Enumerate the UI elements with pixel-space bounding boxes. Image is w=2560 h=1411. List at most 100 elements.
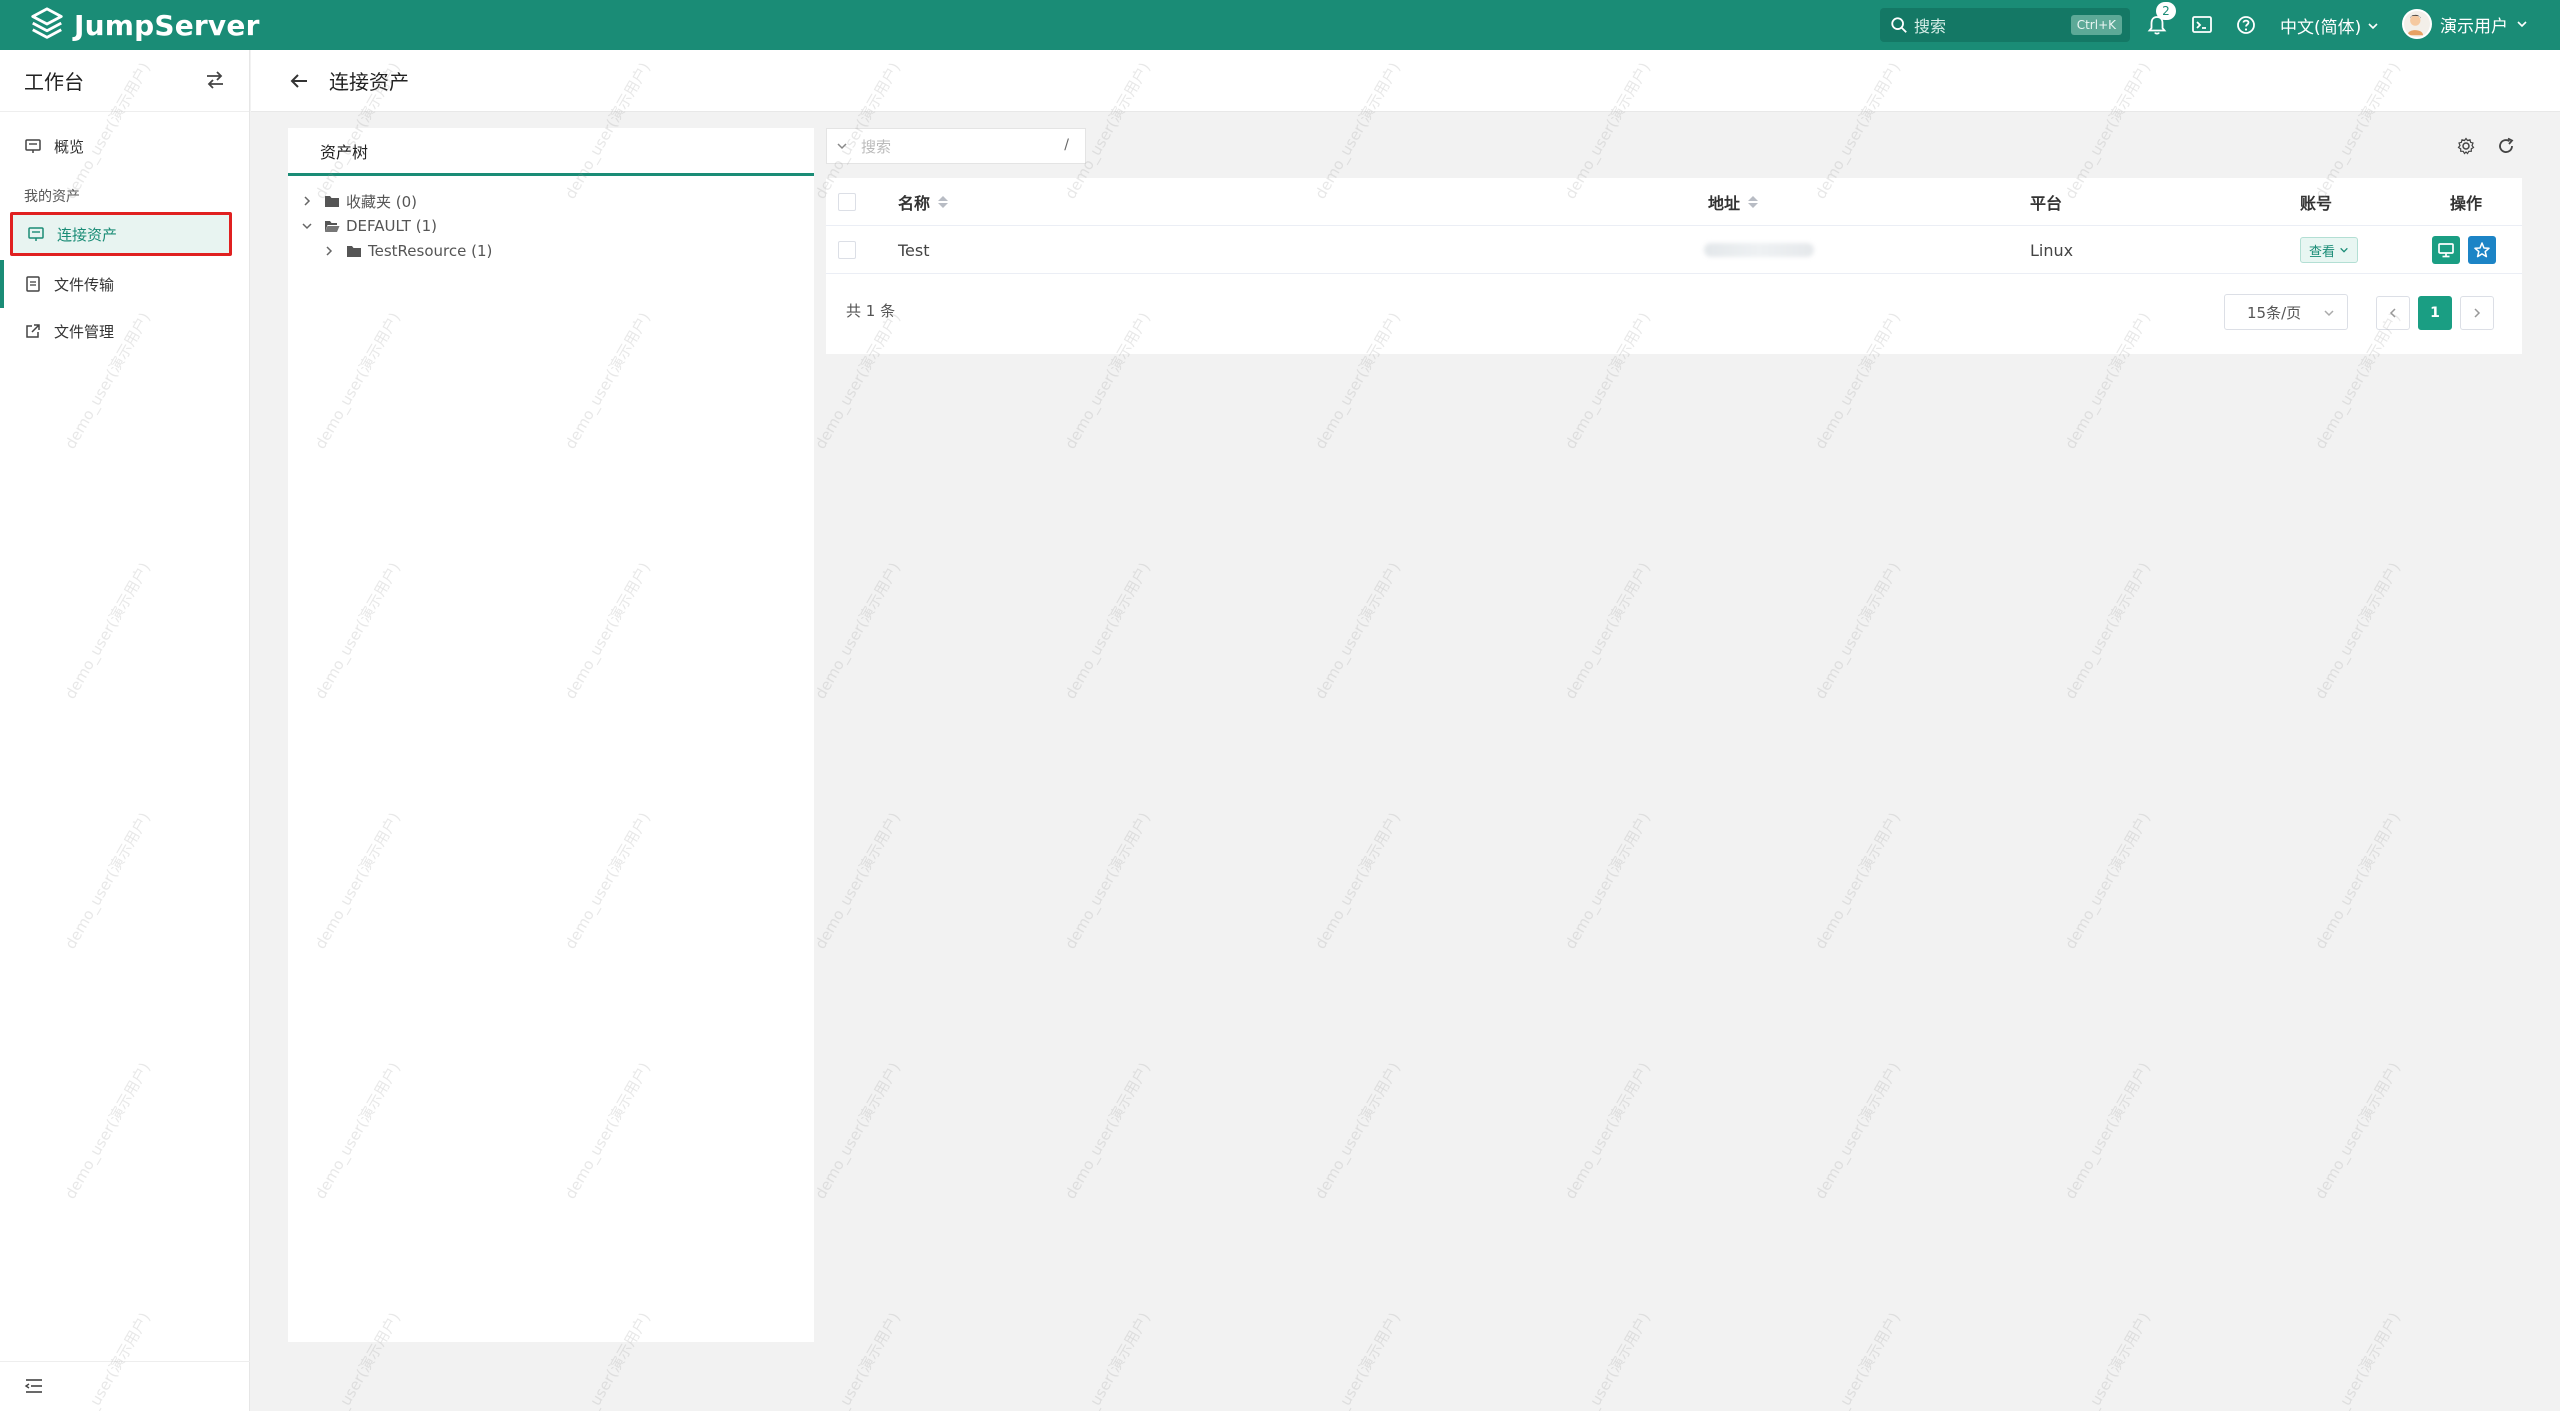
sidebar-item-label: 连接资产 — [57, 225, 118, 244]
asset-search-input[interactable]: 搜索 / — [826, 128, 1086, 164]
settings-icon[interactable] — [2456, 136, 2476, 156]
chevron-down-icon — [2368, 22, 2378, 29]
watermark-text: demo_user(演示用户) — [2060, 1058, 2155, 1202]
monitor-icon — [28, 227, 44, 241]
watermark-text: demo_user(演示用户) — [1060, 1058, 1155, 1202]
column-name-label: 名称 — [898, 194, 931, 213]
watermark-text: demo_user(演示用户) — [2310, 1308, 2405, 1411]
watermark-text: demo_user(演示用户) — [810, 1308, 905, 1411]
sidebar-group-my-assets: 我的资产 — [24, 189, 80, 205]
view-accounts-label: 查看 — [2309, 244, 2336, 260]
asset-platform: Linux — [2030, 240, 2074, 260]
tree-node-favorites[interactable]: 收藏夹 (0) — [300, 190, 417, 212]
watermark-text: demo_user(演示用户) — [2310, 808, 2405, 952]
chevron-down-icon — [2324, 310, 2334, 317]
tree-node-label: 收藏夹 (0) — [346, 192, 418, 211]
language-selector[interactable]: 中文(简体) — [2280, 13, 2379, 38]
tree-node-default[interactable]: DEFAULT (1) — [300, 215, 437, 237]
folder-icon — [325, 196, 339, 207]
tab-asset-tree[interactable]: 资产树 — [288, 128, 814, 176]
chevron-right-icon — [2474, 308, 2481, 318]
row-checkbox[interactable] — [838, 241, 856, 259]
sidebar-item-connect-assets[interactable]: 连接资产 — [10, 212, 232, 256]
asset-tree-panel: 资产树 收藏夹 (0) DEFAULT (1) TestResource (1) — [288, 128, 814, 1342]
star-icon — [2474, 242, 2490, 258]
chevron-down-icon — [2340, 247, 2348, 253]
page-size-select[interactable]: 15条/页 — [2224, 294, 2348, 330]
select-all-cell — [838, 178, 856, 226]
monitor-icon — [2438, 243, 2454, 258]
page-number-current[interactable]: 1 — [2418, 296, 2452, 330]
watermark-text: demo_user(演示用户) — [810, 558, 905, 702]
select-all-checkbox[interactable] — [838, 193, 856, 211]
sort-icon[interactable] — [938, 196, 949, 208]
watermark-text: demo_user(演示用户) — [810, 1058, 905, 1202]
jumpserver-logo-icon — [31, 7, 63, 39]
asset-account-cell: 查看 — [2300, 226, 2359, 274]
refresh-icon[interactable] — [2496, 136, 2516, 156]
column-address-label: 地址 — [1708, 194, 1741, 213]
table-header: 名称 地址 平台 账号 操作 — [826, 178, 2522, 226]
row-select-cell — [838, 226, 856, 274]
search-shortcut: / — [1064, 137, 1069, 153]
global-search-box[interactable]: 搜索 Ctrl+K — [1880, 8, 2130, 42]
sidebar-item-file-transfer[interactable]: 文件传输 — [10, 262, 232, 306]
asset-platform-cell: Linux — [2030, 226, 2073, 274]
external-link-icon — [26, 324, 40, 338]
favorite-button[interactable] — [2468, 236, 2496, 264]
column-header-platform: 平台 — [2030, 178, 2062, 226]
chevron-right-icon[interactable] — [300, 194, 314, 208]
switch-view-icon[interactable] — [203, 68, 227, 92]
tab-label: 资产树 — [320, 142, 369, 162]
user-avatar-icon — [2407, 14, 2424, 36]
address-redacted — [1704, 243, 1814, 257]
notification-badge: 2 — [2156, 2, 2176, 20]
next-page-button[interactable] — [2460, 296, 2494, 330]
watermark-text: demo_user(演示用户) — [1310, 558, 1405, 702]
chevron-right-icon[interactable] — [322, 244, 336, 258]
watermark-text: demo_user(演示用户) — [2060, 1308, 2155, 1411]
prev-page-button[interactable] — [2376, 296, 2410, 330]
connect-button[interactable] — [2432, 236, 2460, 264]
watermark-text: demo_user(演示用户) — [1060, 808, 1155, 952]
column-actions-label: 操作 — [2450, 194, 2483, 213]
web-terminal-icon[interactable] — [2191, 14, 2213, 36]
table-row: Test Linux 查看 — [826, 226, 2522, 274]
asset-actions-cell — [2432, 226, 2496, 274]
search-shortcut-hint: Ctrl+K — [2070, 15, 2122, 35]
watermark-text: demo_user(演示用户) — [1310, 1308, 1405, 1411]
view-accounts-button[interactable]: 查看 — [2300, 237, 2359, 263]
tree-node-testresource[interactable]: TestResource (1) — [322, 240, 492, 262]
watermark-text: demo_user(演示用户) — [1310, 808, 1405, 952]
help-icon[interactable] — [2235, 14, 2257, 36]
top-navigation-bar: JumpServer 搜索 Ctrl+K 2 中文(简体) 演示用户 — [0, 0, 2560, 50]
back-arrow-icon[interactable] — [287, 69, 311, 93]
sort-icon[interactable] — [1748, 196, 1759, 208]
overview-icon — [25, 139, 41, 153]
folder-open-icon — [325, 221, 340, 232]
sidebar-item-label: 文件传输 — [54, 275, 115, 294]
folder-icon — [347, 246, 361, 257]
sidebar-item-label: 文件管理 — [54, 322, 115, 341]
jumpserver-logo[interactable]: JumpServer — [28, 6, 260, 44]
column-account-label: 账号 — [2300, 194, 2333, 213]
sidebar-item-label: 概览 — [54, 137, 85, 156]
pagination-total: 共 1 条 — [846, 302, 896, 320]
workspace-title: 工作台 — [24, 70, 84, 94]
sidebar-item-overview[interactable]: 概览 — [10, 124, 232, 168]
watermark-text: demo_user(演示用户) — [1810, 558, 1905, 702]
column-header-name[interactable]: 名称 — [898, 178, 949, 226]
user-menu[interactable]: 演示用户 — [2402, 9, 2528, 39]
chevron-down-icon[interactable] — [300, 219, 314, 233]
search-placeholder: 搜索 — [861, 137, 892, 156]
collapse-sidebar-icon[interactable] — [24, 1376, 44, 1396]
watermark-text: demo_user(演示用户) — [1560, 558, 1655, 702]
chevron-down-icon — [2517, 21, 2527, 28]
chevron-left-icon — [2389, 308, 2396, 318]
sidebar-item-file-management[interactable]: 文件管理 — [10, 309, 232, 353]
column-header-address[interactable]: 地址 — [1708, 178, 1759, 226]
brand-name: JumpServer — [74, 8, 260, 42]
watermark-text: demo_user(演示用户) — [2310, 558, 2405, 702]
user-name: 演示用户 — [2440, 16, 2508, 37]
chevron-down-icon[interactable] — [835, 139, 849, 153]
